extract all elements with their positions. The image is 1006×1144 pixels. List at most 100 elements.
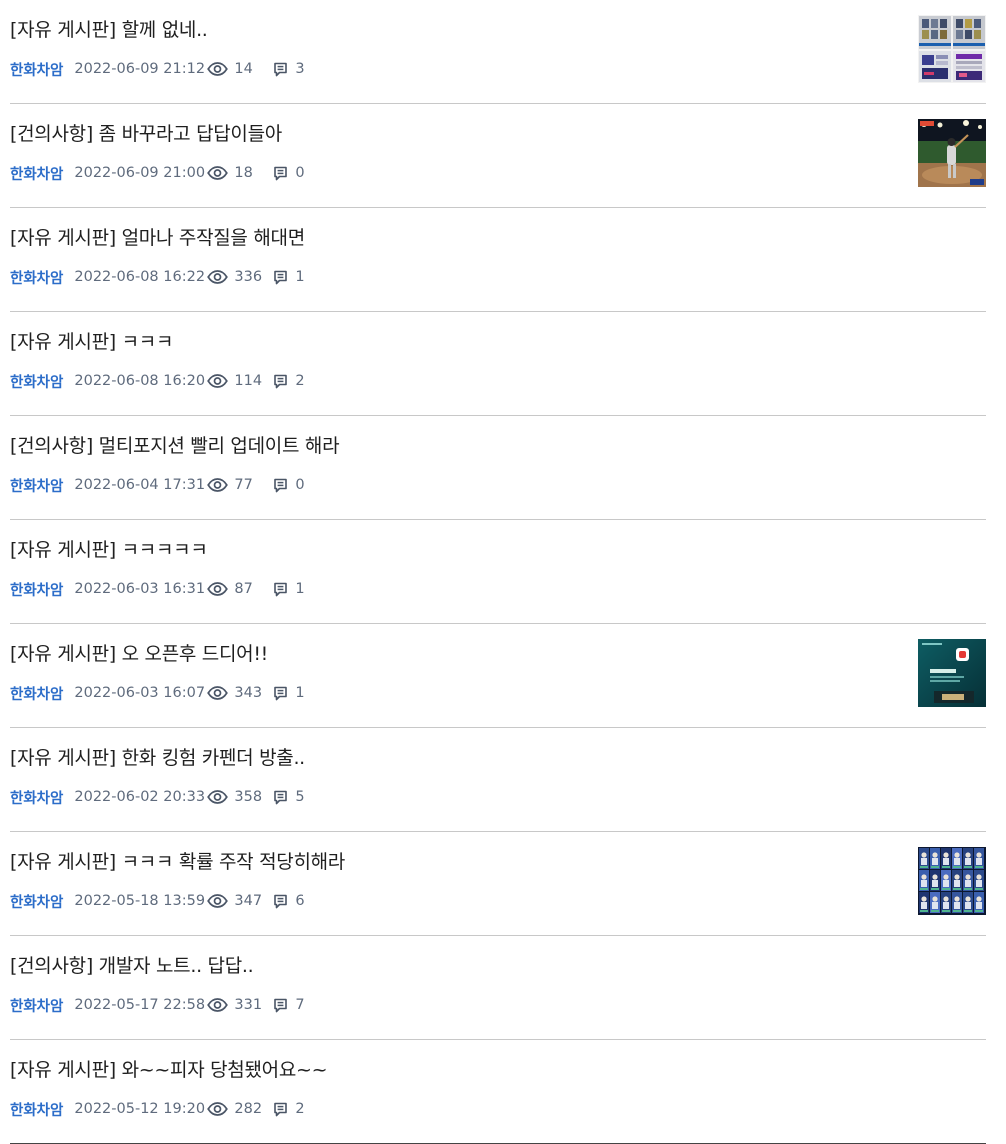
- eye-icon: [207, 374, 229, 388]
- eye-icon: [207, 790, 229, 804]
- post-views-count: 331: [234, 997, 263, 1013]
- post-comments-count: 3: [295, 61, 305, 77]
- post-thumbnail[interactable]: [918, 15, 986, 83]
- post-thumbnail[interactable]: [918, 847, 986, 915]
- post-views-count: 77: [234, 477, 253, 493]
- post-comments: 7: [273, 997, 305, 1013]
- post-date: 2022-05-12 19:20: [74, 1101, 206, 1117]
- post-item[interactable]: [건의사항] 좀 바꾸라고 답답이들아 한화차암 2022-06-09 21:0…: [10, 104, 986, 208]
- eye-icon: [207, 166, 229, 180]
- post-comments: 0: [273, 477, 305, 493]
- post-title[interactable]: [자유 게시판] 오 오픈후 드디어!!: [10, 642, 268, 666]
- eye-icon: [207, 894, 229, 908]
- post-views-count: 336: [234, 269, 263, 285]
- post-comments: 2: [273, 373, 305, 389]
- post-item[interactable]: [자유 게시판] ㅋㅋㅋ 확률 주작 적당히해라 한화차암 2022-05-18…: [10, 832, 986, 936]
- post-thumbnail[interactable]: [918, 119, 986, 187]
- eye-icon: [207, 478, 229, 492]
- post-author[interactable]: 한화차암: [10, 267, 63, 288]
- post-title[interactable]: [자유 게시판] ㅋㅋㅋ: [10, 330, 173, 354]
- post-title[interactable]: [건의사항] 개발자 노트.. 답답..: [10, 954, 254, 978]
- post-date: 2022-05-18 13:59: [74, 893, 206, 909]
- post-author[interactable]: 한화차암: [10, 995, 63, 1016]
- post-author[interactable]: 한화차암: [10, 787, 63, 808]
- comment-icon: [274, 582, 288, 596]
- post-comments-count: 0: [295, 165, 305, 181]
- post-item[interactable]: [자유 게시판] ㅋㅋㅋㅋㅋ 한화차암 2022-06-03 16:31 87 …: [10, 520, 986, 624]
- post-views-count: 87: [234, 581, 253, 597]
- post-author[interactable]: 한화차암: [10, 891, 63, 912]
- post-views-count: 114: [234, 373, 263, 389]
- eye-icon: [207, 62, 229, 76]
- post-meta: 한화차암 2022-06-02 20:33 358 5: [10, 786, 305, 808]
- post-comments: 6: [273, 893, 305, 909]
- post-views-count: 358: [234, 789, 263, 805]
- post-title[interactable]: [건의사항] 좀 바꾸라고 답답이들아: [10, 122, 282, 146]
- post-views: 336: [207, 269, 273, 285]
- post-date: 2022-06-03 16:07: [74, 685, 206, 701]
- post-item[interactable]: [자유 게시판] ㅋㅋㅋ 한화차암 2022-06-08 16:20 114 2: [10, 312, 986, 416]
- comment-icon: [274, 1102, 288, 1116]
- post-comments-count: 6: [295, 893, 305, 909]
- comment-icon: [274, 790, 288, 804]
- post-comments: 1: [273, 685, 305, 701]
- post-views-count: 14: [234, 61, 253, 77]
- post-views-count: 282: [234, 1101, 263, 1117]
- post-meta: 한화차암 2022-06-04 17:31 77 0: [10, 474, 305, 496]
- post-title[interactable]: [자유 게시판] 와~~피자 당첨됐어요~~: [10, 1058, 328, 1082]
- post-views: 14: [207, 61, 273, 77]
- post-meta: 한화차암 2022-05-12 19:20 282 2: [10, 1098, 305, 1120]
- post-item[interactable]: [자유 게시판] 한화 킹험 카펜더 방출.. 한화차암 2022-06-02 …: [10, 728, 986, 832]
- post-title[interactable]: [자유 게시판] 할께 없네..: [10, 18, 208, 42]
- post-title[interactable]: [자유 게시판] 한화 킹험 카펜더 방출..: [10, 746, 305, 770]
- post-comments-count: 1: [295, 581, 305, 597]
- eye-icon: [207, 998, 229, 1012]
- post-views: 114: [207, 373, 273, 389]
- post-date: 2022-06-09 21:12: [74, 61, 206, 77]
- post-views: 18: [207, 165, 273, 181]
- post-comments-count: 2: [295, 1101, 305, 1117]
- post-meta: 한화차암 2022-06-03 16:31 87 1: [10, 578, 305, 600]
- post-title[interactable]: [자유 게시판] ㅋㅋㅋㅋㅋ: [10, 538, 208, 562]
- post-views: 282: [207, 1101, 273, 1117]
- comment-icon: [274, 894, 288, 908]
- post-item[interactable]: [자유 게시판] 오 오픈후 드디어!! 한화차암 2022-06-03 16:…: [10, 624, 986, 728]
- comment-icon: [274, 686, 288, 700]
- post-item[interactable]: [자유 게시판] 할께 없네.. 한화차암 2022-06-09 21:12 1…: [10, 0, 986, 104]
- comment-icon: [274, 998, 288, 1012]
- comment-icon: [274, 62, 288, 76]
- post-comments-count: 1: [295, 269, 305, 285]
- post-item[interactable]: [자유 게시판] 와~~피자 당첨됐어요~~ 한화차암 2022-05-12 1…: [10, 1040, 986, 1144]
- post-date: 2022-06-08 16:20: [74, 373, 206, 389]
- post-views-count: 343: [234, 685, 263, 701]
- post-views: 343: [207, 685, 273, 701]
- post-item[interactable]: [자유 게시판] 얼마나 주작질을 해대면 한화차암 2022-06-08 16…: [10, 208, 986, 312]
- comment-icon: [274, 166, 288, 180]
- post-comments: 1: [273, 581, 305, 597]
- post-author[interactable]: 한화차암: [10, 163, 63, 184]
- eye-icon: [207, 270, 229, 284]
- post-comments: 0: [273, 165, 305, 181]
- post-item[interactable]: [건의사항] 개발자 노트.. 답답.. 한화차암 2022-05-17 22:…: [10, 936, 986, 1040]
- post-comments: 2: [273, 1101, 305, 1117]
- post-title[interactable]: [자유 게시판] ㅋㅋㅋ 확률 주작 적당히해라: [10, 850, 345, 874]
- post-author[interactable]: 한화차암: [10, 59, 63, 80]
- post-comments-count: 1: [295, 685, 305, 701]
- post-author[interactable]: 한화차암: [10, 475, 63, 496]
- post-views-count: 347: [234, 893, 263, 909]
- post-item[interactable]: [건의사항] 멀티포지션 빨리 업데이트 해라 한화차암 2022-06-04 …: [10, 416, 986, 520]
- post-title[interactable]: [건의사항] 멀티포지션 빨리 업데이트 해라: [10, 434, 340, 458]
- comment-icon: [274, 374, 288, 388]
- post-author[interactable]: 한화차암: [10, 371, 63, 392]
- post-date: 2022-05-17 22:58: [74, 997, 206, 1013]
- post-author[interactable]: 한화차암: [10, 579, 63, 600]
- post-meta: 한화차암 2022-05-17 22:58 331 7: [10, 994, 305, 1016]
- post-author[interactable]: 한화차암: [10, 683, 63, 704]
- post-date: 2022-06-09 21:00: [74, 165, 206, 181]
- post-thumbnail[interactable]: [918, 639, 986, 707]
- post-author[interactable]: 한화차암: [10, 1099, 63, 1120]
- post-title[interactable]: [자유 게시판] 얼마나 주작질을 해대면: [10, 226, 305, 250]
- post-views: 347: [207, 893, 273, 909]
- post-comments-count: 5: [295, 789, 305, 805]
- post-views-count: 18: [234, 165, 253, 181]
